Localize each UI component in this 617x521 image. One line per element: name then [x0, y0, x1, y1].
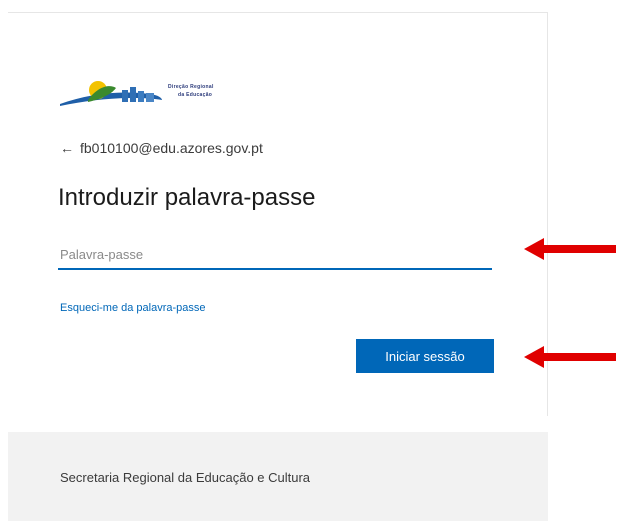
password-input[interactable]: [58, 240, 492, 270]
logo-caption-line2: da Educação: [178, 92, 213, 98]
page-title: Introduzir palavra-passe: [58, 184, 316, 211]
footer: Secretaria Regional da Educação e Cultur…: [8, 432, 548, 521]
page: Direção Regional da Educação ← fb010100@…: [0, 0, 617, 521]
logo-caption: Direção Regional da Educação: [168, 83, 214, 99]
forgot-password-link[interactable]: Esqueci-me da palavra-passe: [60, 302, 206, 314]
logo-caption-line1: Direção Regional: [168, 84, 214, 90]
red-arrow-left-icon: [524, 346, 616, 368]
sign-in-button[interactable]: Iniciar sessão: [356, 339, 494, 373]
account-row[interactable]: ← fb010100@edu.azores.gov.pt: [60, 140, 263, 156]
account-email: fb010100@edu.azores.gov.pt: [80, 140, 263, 156]
arrow-left-icon[interactable]: ←: [60, 140, 74, 156]
red-arrow-left-icon: [524, 238, 616, 260]
footer-text: Secretaria Regional da Educação e Cultur…: [60, 470, 311, 485]
